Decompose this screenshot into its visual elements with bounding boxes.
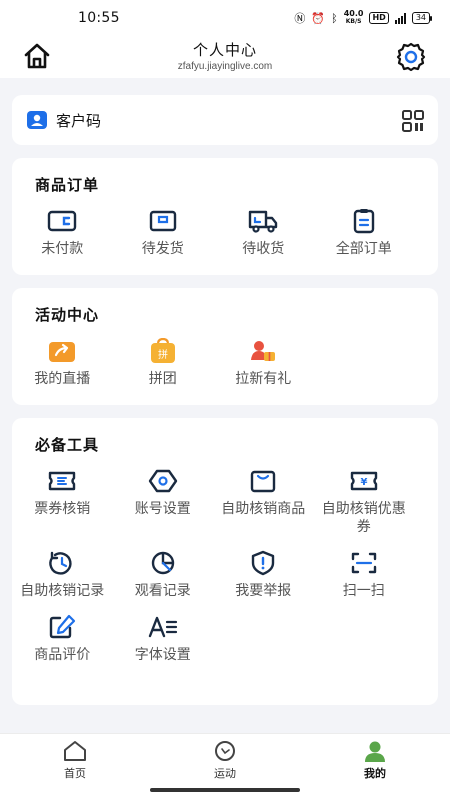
activities-grid: 我的直播 拼 拼团 拉新有礼 <box>12 338 438 388</box>
tools-title: 必备工具 <box>35 436 100 454</box>
header: 个人中心 zfafyu.jiayinglive.com <box>0 36 450 78</box>
nfc-icon: Ⓝ <box>294 12 306 25</box>
coupon-icon: ¥ <box>350 471 377 491</box>
signal-icon <box>394 12 406 24</box>
tool-product-review-button[interactable]: 商品评价 <box>12 614 113 664</box>
account-settings-icon <box>148 469 177 493</box>
activity-my-live-button[interactable]: 我的直播 <box>12 338 113 388</box>
sport-icon <box>215 741 235 761</box>
customer-code-card[interactable]: 客户码 <box>12 95 438 145</box>
orders-card: 商品订单 未付款 待发货 待收货 全部订单 <box>12 158 438 275</box>
tab-home[interactable]: 首页 <box>0 734 150 800</box>
home-icon[interactable] <box>23 42 51 70</box>
bag-icon <box>251 470 276 493</box>
tab-profile[interactable]: 我的 <box>300 734 450 800</box>
svg-text:¥: ¥ <box>360 477 367 488</box>
order-to-ship-button[interactable]: 待发货 <box>113 208 214 258</box>
tool-watch-history-button[interactable]: 观看记录 <box>113 550 214 600</box>
clipboard-icon <box>353 209 374 234</box>
order-all-button[interactable]: 全部订单 <box>314 208 415 258</box>
activities-card: 活动中心 我的直播 拼 拼团 拉新有礼 <box>12 288 438 405</box>
status-icons: Ⓝ ⏰ ᛒ 40.0 KB/S HD 34 <box>294 9 433 26</box>
svg-text:拼: 拼 <box>158 348 168 361</box>
font-icon <box>148 616 177 638</box>
pie-chart-icon <box>151 551 174 575</box>
activity-group-buy-button[interactable]: 拼 拼团 <box>113 338 214 388</box>
live-icon <box>49 342 76 362</box>
orders-grid: 未付款 待发货 待收货 全部订单 <box>12 208 438 258</box>
orders-title: 商品订单 <box>35 176 100 194</box>
gear-icon[interactable] <box>395 41 427 73</box>
order-unpaid-button[interactable]: 未付款 <box>12 208 113 258</box>
customer-code-icon <box>27 111 47 129</box>
activity-invite-button[interactable]: 拉新有礼 <box>213 338 314 388</box>
page-subtitle: zfafyu.jiayinglive.com <box>177 61 273 72</box>
battery-icon: 34 <box>411 12 433 24</box>
customer-code-label: 客户码 <box>56 111 102 130</box>
hd-badge: HD <box>369 12 389 24</box>
tool-font-settings-button[interactable]: 字体设置 <box>113 614 214 664</box>
tool-scan-button[interactable]: 扫一扫 <box>314 550 415 600</box>
home-icon <box>64 741 86 761</box>
tool-self-verify-product-button[interactable]: 自助核销商品 <box>213 468 314 536</box>
tool-ticket-verify-button[interactable]: 票券核销 <box>12 468 113 536</box>
tool-self-verify-coupon-button[interactable]: ¥ 自助核销优惠券 <box>314 468 415 536</box>
page-title: 个人中心 <box>192 41 257 59</box>
box-icon <box>149 210 176 232</box>
edit-icon <box>50 614 76 639</box>
network-speed: 40.0 KB/S <box>343 9 364 26</box>
scan-icon <box>351 552 376 574</box>
history-icon <box>49 551 72 575</box>
tool-self-verify-history-button[interactable]: 自助核销记录 <box>12 550 113 600</box>
home-indicator[interactable] <box>150 788 300 792</box>
tools-grid: 票券核销 账号设置 自助核销商品 ¥ 自助核销优惠券 自助核销记录 观看记录 我… <box>12 468 438 664</box>
profile-icon <box>365 741 385 762</box>
report-icon <box>252 550 275 576</box>
activities-title: 活动中心 <box>35 306 100 324</box>
status-bar: 10:55 Ⓝ ⏰ ᛒ 40.0 KB/S HD 34 <box>0 0 450 36</box>
ticket-icon <box>49 471 76 491</box>
group-buy-icon: 拼 <box>150 338 175 363</box>
tool-account-settings-button[interactable]: 账号设置 <box>113 468 214 536</box>
order-to-receive-button[interactable]: 待收货 <box>213 208 314 258</box>
tools-card: 必备工具 票券核销 账号设置 自助核销商品 ¥ 自助核销优惠券 自助核销记录 观… <box>12 418 438 705</box>
truck-icon <box>249 210 278 233</box>
status-time: 10:55 <box>78 10 120 26</box>
alarm-icon: ⏰ <box>311 11 326 25</box>
bluetooth-icon: ᛒ <box>331 11 338 25</box>
qr-code-icon[interactable] <box>402 110 424 132</box>
tool-report-button[interactable]: 我要举报 <box>213 550 314 600</box>
wallet-icon <box>48 210 77 232</box>
invite-icon <box>251 341 276 361</box>
